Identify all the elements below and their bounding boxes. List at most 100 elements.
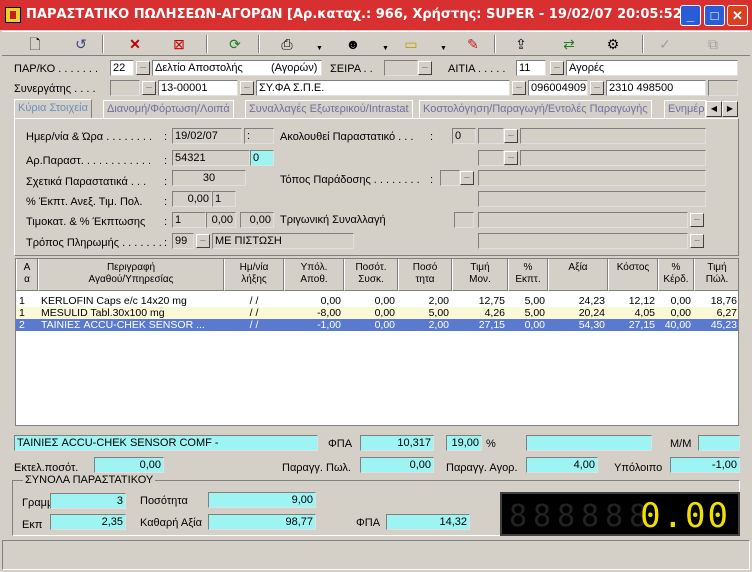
col-header-text: Τιμή (707, 262, 727, 273)
col-header-qty[interactable]: Ποσό τητα (398, 259, 452, 291)
aitia-code-field[interactable]: 11 (516, 60, 546, 76)
sync-icon[interactable]: ⇄ (558, 34, 580, 54)
timokat-field[interactable]: 1 (172, 212, 206, 228)
col-header-description[interactable]: Περιγραφή Αγαθού/Υπηρεσίας (38, 259, 224, 291)
col-header-text: Κόστος (616, 262, 650, 273)
tab-update[interactable]: Ενημέρ (664, 100, 706, 118)
colon: : (430, 131, 434, 143)
folder-icon[interactable]: ▭ (400, 34, 422, 54)
status-bar (2, 540, 750, 570)
akolouthei-field[interactable]: 0 (452, 128, 476, 144)
trigoniki-extra-lookup[interactable]: ... (690, 234, 704, 248)
posotita-field: 9,00 (208, 492, 316, 508)
items-grid[interactable]: Αα Περιγραφή Αγαθού/Υπηρεσίας Ημ/νία λήξης… (15, 258, 739, 426)
parko-lookup-button[interactable]: ... (136, 61, 150, 75)
col-header-expiry[interactable]: Ημ/νία λήξης (224, 259, 284, 291)
pencil-icon[interactable]: ✎ (462, 34, 484, 54)
colon: : (430, 174, 434, 186)
cell-pack-qty: 0,00 (374, 295, 395, 307)
cell-stock: -1,00 (317, 319, 341, 331)
synergatis-prefix-field[interactable] (110, 80, 140, 96)
cell-profit: 40,00 (664, 319, 691, 331)
fpa-pct-field: 19,00 (446, 435, 482, 451)
user-icon[interactable]: ☻ (342, 34, 364, 54)
tropos-lookup-button[interactable]: ... (196, 234, 210, 248)
synergatis-name-lookup[interactable]: ... (512, 81, 526, 95)
export-icon[interactable]: ⇪ (510, 34, 532, 54)
aitia-lookup-button[interactable]: ... (550, 61, 564, 75)
close-button[interactable]: ✕ (727, 5, 748, 26)
undo-icon[interactable]: ↺ (70, 34, 92, 54)
col-header-text: Υπόλ. (300, 262, 328, 273)
arparast-sub-field[interactable]: 0 (250, 150, 274, 166)
col-header-text: Α (23, 262, 31, 273)
synergatis-lookup-button[interactable]: ... (240, 81, 254, 95)
folder-dropdown-icon[interactable]: ▼ (440, 45, 447, 52)
tab-main[interactable]: Κύρια Στοιχεία (14, 99, 92, 119)
cell-profit: 0,00 (670, 307, 691, 319)
col-header-value[interactable]: Αξία (548, 259, 608, 291)
col-header-sale-price[interactable]: Τιμή Πώλ. (694, 259, 738, 291)
refresh-icon[interactable]: ⟳ (224, 34, 246, 54)
col-header-text: Αποθ. (300, 274, 328, 285)
extra-lookup-button[interactable]: ... (504, 151, 518, 165)
table-row[interactable]: 1 MESULID Tabl.30x100 mg / / -8,00 0,00 5,00 4… (16, 307, 738, 319)
minimize-button[interactable]: _ (680, 5, 701, 26)
col-header-discount[interactable]: % Εκπτ. (508, 259, 548, 291)
ekpt-field[interactable]: 0,00 (172, 191, 212, 207)
tab-costing[interactable]: Κοστολόγηση/Παραγωγή/Εντολές Παραγωγής (419, 100, 652, 118)
topos-lookup-button[interactable]: ... (460, 171, 474, 185)
col-header-stock[interactable]: Υπόλ. Αποθ. (284, 259, 344, 291)
col-header-profit[interactable]: % Κέρδ. (658, 259, 694, 291)
tab-distribution[interactable]: Διανομή/Φόρτωση/Λοιπά (103, 100, 234, 118)
trigoniki-extra-field (478, 233, 688, 249)
topos-code-field[interactable] (440, 170, 460, 186)
extra-code-field[interactable] (478, 150, 504, 166)
seira-lookup-button[interactable]: ... (418, 61, 432, 75)
col-header-unit-price[interactable]: Τιμή Μον. (452, 259, 508, 291)
col-header-pack-qty[interactable]: Ποσότ. Συσκ. (344, 259, 398, 291)
afm-lookup-button[interactable]: ... (590, 81, 604, 95)
cell-pack-qty: 0,00 (374, 319, 395, 331)
new-document-icon[interactable]: 🗋 (24, 34, 46, 54)
ektel-field: 0,00 (94, 457, 164, 473)
sxetika-field[interactable]: 30 (172, 170, 246, 186)
lcd-total-value: 0.00 (640, 496, 730, 536)
akolouthei-lookup-button[interactable]: ... (504, 129, 518, 143)
trigoniki-field[interactable] (454, 212, 474, 228)
parko-code-field[interactable]: 22 (110, 60, 134, 76)
trigoniki-lookup-button[interactable]: ... (690, 213, 704, 227)
arparast-field[interactable]: 54321 (172, 150, 250, 166)
settings-icon[interactable]: ⚙ (602, 34, 624, 54)
user-dropdown-icon[interactable]: ▼ (382, 45, 389, 52)
ekpt-sub-field[interactable]: 1 (212, 191, 236, 207)
date-field[interactable]: 19/02/07 (172, 128, 242, 144)
window-title: ΠΑΡΑΣΤΑΤΙΚΟ ΠΩΛΗΣΕΩΝ-ΑΓΟΡΩΝ [Αρ.καταχ.: … (26, 7, 710, 22)
synergatis-code-field[interactable]: 13-00001 (158, 80, 238, 96)
cell-qty: 5,00 (428, 307, 449, 319)
tab-scroll-right-icon[interactable]: ▶ (722, 101, 738, 117)
fpa-label: ΦΠΑ (328, 438, 353, 450)
table-row[interactable]: 1 KERLOFIN Caps e/c 14x20 mg / / 0,00 0,00 2,… (16, 295, 738, 307)
print-icon[interactable]: ⎙ (276, 34, 298, 54)
tab-foreign[interactable]: Συναλλαγές Εξωτερικού/Intrastat (245, 100, 413, 118)
seira-field[interactable] (384, 60, 418, 76)
timokat-pct1-field[interactable]: 0,00 (206, 212, 236, 228)
col-header-aa[interactable]: Αα (16, 259, 38, 291)
maximize-button[interactable]: □ (704, 5, 725, 26)
table-row[interactable]: 2 ΤΑΙΝΙΕΣ ACCU-CHEK SENSOR ... / / -1,00 0,0… (16, 319, 738, 331)
cancel-icon[interactable]: ⊠ (168, 34, 190, 54)
tropos-code-field[interactable]: 99 (172, 233, 194, 249)
lcd-blank-digit: 8 (556, 499, 576, 534)
cell-cost: 27,15 (628, 319, 655, 331)
delete-icon[interactable]: ✕ (124, 34, 146, 54)
title-bar: ΠΑΡΑΣΤΑΤΙΚΟ ΠΩΛΗΣΕΩΝ-ΑΓΟΡΩΝ [Αρ.καταχ.: … (0, 0, 752, 30)
time-field[interactable]: : (244, 128, 274, 144)
tab-scroll-left-icon[interactable]: ◀ (706, 101, 722, 117)
synergatis-prefix-lookup[interactable]: ... (142, 81, 156, 95)
col-header-cost[interactable]: Κόστος (608, 259, 658, 291)
cell-unit-price: 4,26 (484, 307, 505, 319)
akolouthei-code-field[interactable] (478, 128, 504, 144)
print-dropdown-icon[interactable]: ▼ (316, 45, 323, 52)
timokat-pct2-field[interactable]: 0,00 (240, 212, 274, 228)
